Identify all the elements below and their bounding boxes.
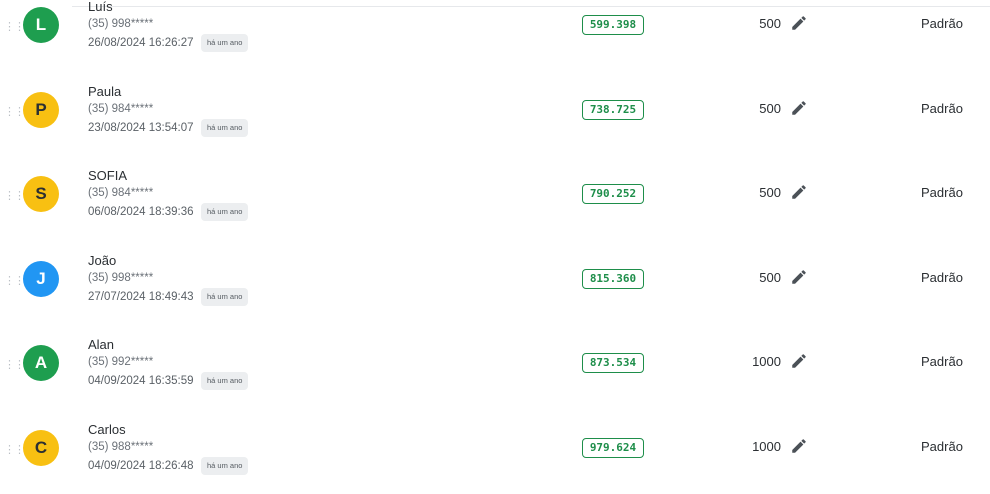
pencil-icon[interactable] <box>790 352 808 370</box>
code-badge: 815.360 <box>582 268 644 289</box>
customer-name: Paula <box>88 83 122 99</box>
pencil-icon[interactable] <box>790 437 808 455</box>
plan-label: Padrão <box>921 354 963 370</box>
avatar: S <box>23 176 59 213</box>
customer-date: 26/08/2024 16:26:27 <box>88 37 194 49</box>
amount-value: 500 <box>759 185 781 201</box>
amount-value: 1000 <box>752 438 781 454</box>
avatar: P <box>23 91 59 128</box>
amount-value: 500 <box>759 269 781 285</box>
customer-date: 23/08/2024 13:54:07 <box>88 121 194 134</box>
drag-handle-icon[interactable]: ⋮⋮ <box>4 20 25 33</box>
plan-label: Padrão <box>921 16 963 31</box>
avatar: C <box>23 429 59 466</box>
drag-handle-icon[interactable]: ⋮⋮ <box>4 274 25 287</box>
table-row[interactable]: ⋮⋮ J João (35) 998***** 27/07/2024 18:49… <box>0 240 990 325</box>
customer-name: João <box>88 252 117 268</box>
relative-time-badge: há um ano <box>201 118 249 137</box>
plan-label: Padrão <box>921 185 963 201</box>
customer-name: Alan <box>88 337 115 353</box>
code-badge: 790.252 <box>582 184 644 205</box>
code-badge: 979.624 <box>582 437 644 458</box>
pencil-icon[interactable] <box>790 14 808 32</box>
table-row[interactable]: ⋮⋮ A Alan (35) 992***** 04/09/2024 16:35… <box>0 324 990 409</box>
customer-date: 04/09/2024 16:35:59 <box>88 375 194 388</box>
drag-handle-icon[interactable]: ⋮⋮ <box>4 105 25 118</box>
plan-label: Padrão <box>921 438 963 454</box>
relative-time-badge: há um ano <box>201 456 249 475</box>
avatar: J <box>23 260 59 297</box>
amount-value: 1000 <box>752 354 781 370</box>
amount-value: 500 <box>759 100 781 116</box>
drag-handle-icon[interactable]: ⋮⋮ <box>4 443 25 456</box>
customer-date: 04/09/2024 18:26:48 <box>88 459 194 472</box>
table-row[interactable]: ⋮⋮ L Luís (35) 998***** 26/08/2024 16:26… <box>0 0 990 71</box>
table-row[interactable]: ⋮⋮ C Carlos (35) 988***** 04/09/2024 18:… <box>0 409 990 494</box>
drag-handle-icon[interactable]: ⋮⋮ <box>4 189 25 202</box>
table-row[interactable]: ⋮⋮ P Paula (35) 984***** 23/08/2024 13:5… <box>0 71 990 156</box>
customer-phone: (35) 998***** <box>88 18 154 30</box>
relative-time-badge: há um ano <box>201 372 249 391</box>
customer-phone: (35) 992***** <box>88 356 154 369</box>
avatar: L <box>23 7 59 43</box>
customer-phone: (35) 988***** <box>88 440 154 453</box>
customer-phone: (35) 998***** <box>88 271 154 284</box>
customer-list: ⋮⋮ L Luís (35) 998***** 26/08/2024 16:26… <box>0 0 990 494</box>
customer-date: 27/07/2024 18:49:43 <box>88 290 194 303</box>
amount-value: 500 <box>759 16 781 31</box>
customer-phone: (35) 984***** <box>88 187 154 200</box>
avatar: A <box>23 345 59 382</box>
drag-handle-icon[interactable]: ⋮⋮ <box>4 358 25 371</box>
pencil-icon[interactable] <box>790 183 808 201</box>
plan-label: Padrão <box>921 100 963 116</box>
table-row[interactable]: ⋮⋮ S SOFIA (35) 984***** 06/08/2024 18:3… <box>0 155 990 240</box>
pencil-icon[interactable] <box>790 99 808 117</box>
relative-time-badge: há um ano <box>201 287 249 306</box>
code-badge: 873.534 <box>582 353 644 374</box>
customer-phone: (35) 984***** <box>88 102 154 115</box>
pencil-icon[interactable] <box>790 268 808 286</box>
relative-time-badge: há um ano <box>201 34 249 52</box>
customer-date: 06/08/2024 18:39:36 <box>88 206 194 219</box>
customer-name: Luís <box>88 0 113 14</box>
relative-time-badge: há um ano <box>201 203 249 222</box>
plan-label: Padrão <box>921 269 963 285</box>
code-badge: 738.725 <box>582 99 644 120</box>
customer-name: Carlos <box>88 421 126 437</box>
customer-name: SOFIA <box>88 168 128 184</box>
code-badge: 599.398 <box>582 15 644 35</box>
